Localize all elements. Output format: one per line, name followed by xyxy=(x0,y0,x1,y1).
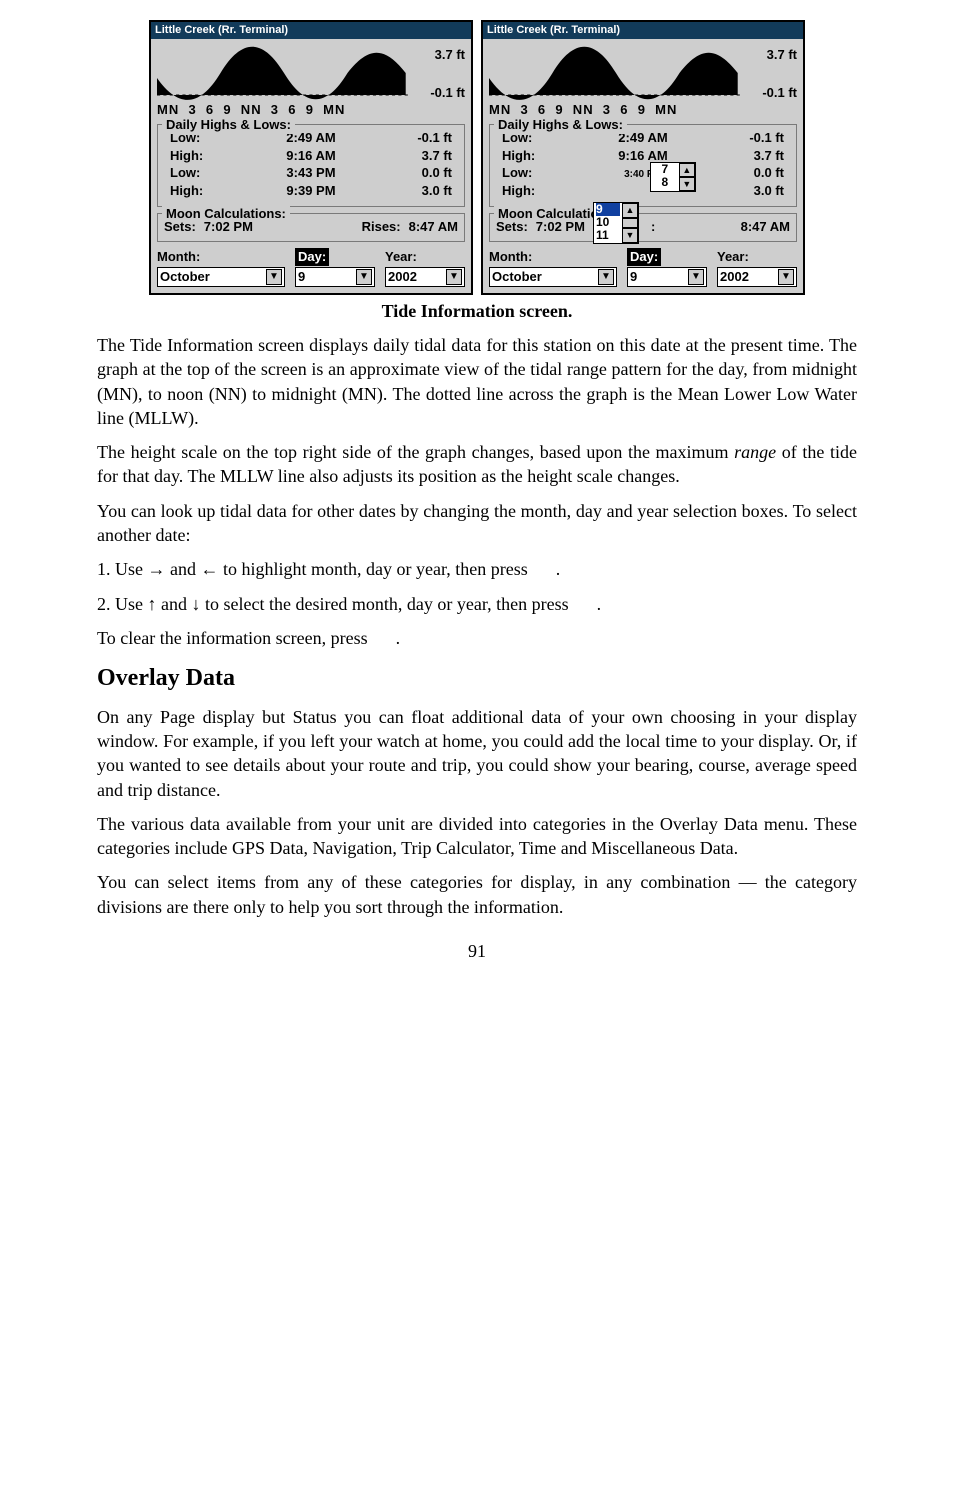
body-paragraph: On any Page display but Status you can f… xyxy=(97,705,857,802)
scale-bot: -0.1 ft xyxy=(411,84,465,102)
window-title: Little Creek (Rr. Terminal) xyxy=(483,22,803,39)
tide-curve-icon xyxy=(157,43,411,103)
month-label: Month: xyxy=(157,248,285,266)
day-dropdown[interactable]: 9 ▼ xyxy=(295,267,375,287)
graph-scale: 3.7 ft -0.1 ft xyxy=(743,44,797,101)
chevron-down-icon[interactable]: ▼ xyxy=(356,269,372,285)
body-paragraph: You can look up tidal data for other dat… xyxy=(97,499,857,548)
rises-value: 8:47 AM xyxy=(741,218,790,236)
scale-bot: -0.1 ft xyxy=(743,84,797,102)
chevron-down-icon[interactable]: ▼ xyxy=(446,269,462,285)
tide-curve-icon xyxy=(489,43,743,103)
spinner-option[interactable]: 8 xyxy=(653,176,677,189)
tide-graph-row: 3.7 ft -0.1 ft xyxy=(157,43,465,103)
table-row: High:9:16 AM3.7 ft xyxy=(164,147,458,165)
chevron-down-icon[interactable]: ▼ xyxy=(266,269,282,285)
tide-table: Low:2:49 AM-0.1 ft High:9:16 AM3.7 ft Lo… xyxy=(496,129,790,199)
table-row: High:9:16 AM3.7 ft xyxy=(496,147,790,165)
table-row: Low: 3:40 PM 7 8 ▲ ▼ xyxy=(496,164,790,182)
moon-group: Moon Calculatio Sets: 7:02 PM 9 10 11 xyxy=(489,213,797,243)
figure-caption: Tide Information screen. xyxy=(97,299,857,323)
date-row: Month: October ▼ Day: 9 ▼ Year: xyxy=(157,248,465,287)
highs-lows-legend: Daily Highs & Lows: xyxy=(494,116,627,134)
table-row: Low:3:43 PM0.0 ft xyxy=(164,164,458,182)
screens-row: Little Creek (Rr. Terminal) 3.7 ft -0.1 … xyxy=(97,20,857,295)
graph-scale: 3.7 ft -0.1 ft xyxy=(411,44,465,101)
tide-graph xyxy=(157,43,411,103)
highs-lows-legend: Daily Highs & Lows: xyxy=(162,116,295,134)
chevron-down-icon[interactable]: ▼ xyxy=(598,269,614,285)
chevron-down-icon[interactable]: ▼ xyxy=(679,177,695,191)
table-row: High:9:39 PM3.0 ft xyxy=(164,182,458,200)
spinner-option[interactable]: 10 xyxy=(596,216,620,229)
year-label: Year: xyxy=(385,248,465,266)
body-paragraph: The various data available from your uni… xyxy=(97,812,857,861)
scale-top: 3.7 ft xyxy=(411,46,465,64)
year-dropdown[interactable]: 2002 ▼ xyxy=(385,267,465,287)
section-heading: Overlay Data xyxy=(97,662,857,694)
table-row: High:3.0 ft xyxy=(496,182,790,200)
moon-legend: Moon Calculations: xyxy=(162,205,290,223)
sets-value: 7:02 PM xyxy=(536,218,585,236)
chevron-up-icon[interactable]: ▲ xyxy=(622,203,638,218)
rises-label: Rises: xyxy=(362,218,401,236)
day-spinner-popup[interactable]: 7 8 ▲ ▼ xyxy=(650,162,696,192)
scale-top: 3.7 ft xyxy=(743,46,797,64)
window-title: Little Creek (Rr. Terminal) xyxy=(151,22,471,39)
chevron-down-icon[interactable]: ▼ xyxy=(622,228,638,243)
body-paragraph: The Tide Information screen displays dai… xyxy=(97,333,857,430)
highs-lows-group: Daily Highs & Lows: Low:2:49 AM-0.1 ft H… xyxy=(157,124,465,206)
day-spinner-popup-open[interactable]: 9 10 11 ▲ ▼ xyxy=(593,202,639,244)
day-label: Day: xyxy=(295,248,329,266)
highs-lows-group: Daily Highs & Lows: Low:2:49 AM-0.1 ft H… xyxy=(489,124,797,206)
moon-group: Moon Calculations: Sets: 7:02 PM Rises: … xyxy=(157,213,465,243)
tide-graph-row: 3.7 ft -0.1 ft xyxy=(489,43,797,103)
body-paragraph: The height scale on the top right side o… xyxy=(97,440,857,489)
tide-graph xyxy=(489,43,743,103)
day-label: Day: xyxy=(627,248,661,266)
chevron-up-icon[interactable]: ▲ xyxy=(679,163,695,177)
spinner-option[interactable]: 11 xyxy=(596,229,620,242)
body-paragraph: You can select items from any of these c… xyxy=(97,870,857,919)
tide-screen-left: Little Creek (Rr. Terminal) 3.7 ft -0.1 … xyxy=(149,20,473,295)
sets-label: Sets: xyxy=(496,218,528,236)
year-dropdown[interactable]: 2002 ▼ xyxy=(717,267,797,287)
tide-screen-right: Little Creek (Rr. Terminal) 3.7 ft -0.1 … xyxy=(481,20,805,295)
month-label: Month: xyxy=(489,248,617,266)
tide-table: Low:2:49 AM-0.1 ft High:9:16 AM3.7 ft Lo… xyxy=(164,129,458,199)
chevron-down-icon[interactable]: ▼ xyxy=(778,269,794,285)
month-dropdown[interactable]: October ▼ xyxy=(489,267,617,287)
step-line: 1. Use → and ← to highlight month, day o… xyxy=(97,557,857,581)
spinner-option-selected[interactable]: 9 xyxy=(596,203,620,216)
step-line: 2. Use ↑ and ↓ to select the desired mon… xyxy=(97,592,857,616)
rises-value: 8:47 AM xyxy=(409,218,458,236)
day-dropdown[interactable]: 9 ▼ xyxy=(627,267,707,287)
body-paragraph: To clear the information screen, press. xyxy=(97,626,857,650)
year-label: Year: xyxy=(717,248,797,266)
page-number: 91 xyxy=(97,939,857,963)
chevron-down-icon[interactable]: ▼ xyxy=(688,269,704,285)
date-row: Month: October ▼ Day: 9 ▼ Year: xyxy=(489,248,797,287)
month-dropdown[interactable]: October ▼ xyxy=(157,267,285,287)
